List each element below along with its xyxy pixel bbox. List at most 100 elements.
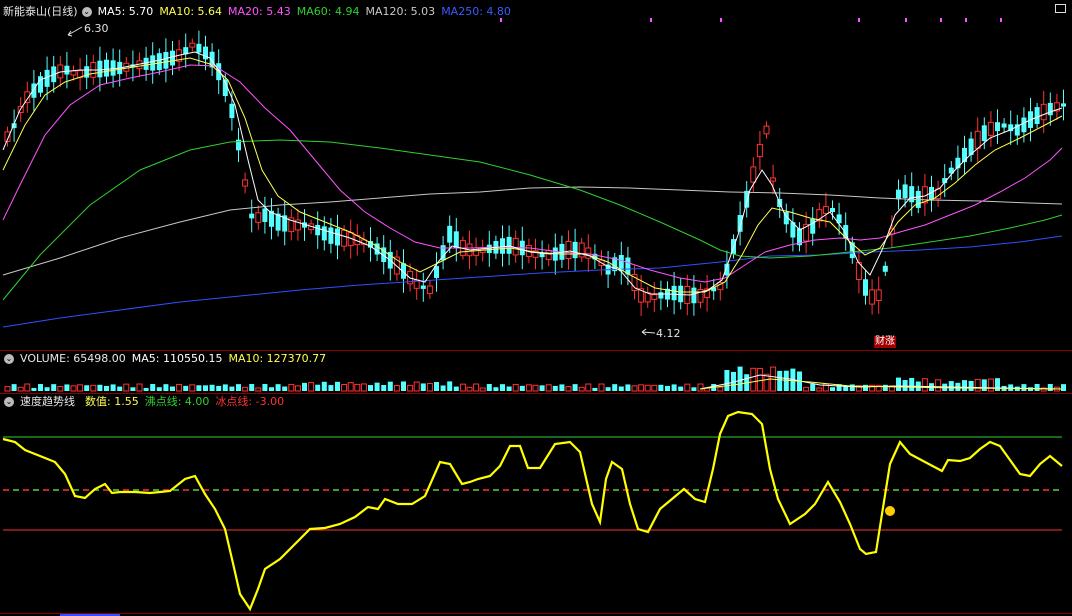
speed-trend-line (2, 410, 1063, 612)
volume-bar (31, 387, 37, 391)
volume-bar (803, 386, 810, 392)
volume-bar (816, 387, 823, 392)
volume-bar (578, 386, 585, 392)
volume-bar (1047, 384, 1053, 391)
volume-bar (678, 386, 684, 391)
collapse-icon[interactable]: ⌄ (4, 397, 14, 407)
high-price-label: 6.30 (84, 22, 109, 35)
volume-bar (354, 383, 361, 392)
candle-body (1061, 103, 1066, 107)
volume-bar (282, 386, 288, 391)
candle-body (830, 207, 835, 213)
volume-bar (691, 387, 697, 391)
volume-bar (473, 383, 480, 392)
volume-bar (203, 385, 208, 391)
ma250-label: MA250: 4.80 (441, 5, 511, 18)
volume-bar (459, 383, 466, 392)
ma20-label: MA20: 5.43 (228, 5, 291, 18)
candle-body (163, 51, 169, 69)
candle-body (896, 189, 901, 200)
volume-bar (631, 385, 638, 392)
volume-bar (70, 385, 77, 392)
candle-body (321, 226, 327, 241)
volume-bar (229, 386, 235, 391)
volume-bar (519, 385, 525, 391)
price-panel[interactable]: 新能泰山(日线) ⌄ MA5: 5.70 MA10: 5.64 MA20: 5.43 MA… (0, 0, 1072, 350)
volume-bar (360, 383, 367, 392)
volume-bar (545, 384, 552, 392)
ma250-line (2, 235, 1063, 328)
volume-bar (51, 384, 57, 391)
volume-bar (321, 381, 327, 391)
collapse-icon[interactable]: ⌄ (4, 354, 14, 364)
low-marker-arrow (641, 328, 656, 336)
volume-bar (77, 384, 84, 392)
volume-bar (506, 386, 512, 391)
volume-bar (84, 385, 90, 391)
volume-bar (4, 386, 11, 392)
volume-bar (737, 366, 743, 391)
volume-bar (717, 386, 724, 392)
volume-bar (559, 384, 565, 391)
candle-body (196, 43, 202, 53)
candle-body (209, 51, 215, 68)
candle-body (242, 179, 249, 187)
volume-bar (136, 383, 143, 392)
candle-body (822, 206, 829, 214)
bottom-border (0, 613, 1072, 614)
candle-body (1040, 103, 1047, 121)
volume-bar (447, 381, 453, 391)
volume-bar (896, 377, 901, 391)
collapse-icon[interactable]: ⌄ (81, 7, 92, 17)
indicator-panel[interactable]: ⌄ 速度趋势线 数值: 1.55 沸点线: 4.00 冰点线: -3.00 (0, 394, 1072, 616)
candle-body (203, 46, 208, 60)
maximize-icon[interactable] (1055, 4, 1066, 13)
indicator-name: 速度趋势线 (20, 395, 75, 408)
candle-body (651, 294, 658, 300)
candle-body (104, 59, 109, 77)
volume-bar (565, 386, 572, 392)
price-legend: 新能泰山(日线) ⌄ MA5: 5.70 MA10: 5.64 MA20: 5.43 MA… (0, 4, 517, 20)
ma60-line (2, 139, 1063, 301)
volume-bar (466, 386, 473, 392)
volume-bar (882, 384, 888, 391)
candle-body (678, 285, 684, 303)
volume-bar (618, 386, 624, 391)
volume-bar (750, 367, 757, 392)
volume-panel[interactable]: ⌄ VOLUME: 65498.00 MA5: 110550.15 MA10: 127… (0, 351, 1072, 393)
indicator-legend: ⌄ 速度趋势线 数值: 1.55 沸点线: 4.00 冰点线: -3.00 (0, 394, 290, 410)
volume-bar (262, 384, 268, 391)
candle-body (585, 247, 592, 259)
volume-bar (598, 383, 605, 392)
candle-body (744, 190, 750, 208)
candle-body (31, 83, 37, 98)
candle-body (1021, 117, 1027, 133)
volume-bar (64, 384, 70, 391)
volume-bar (512, 383, 519, 392)
volume-bar (684, 383, 691, 392)
candle-body (869, 289, 876, 305)
buy-signal-dot (885, 506, 895, 516)
candle-body (110, 60, 116, 76)
ma10-label: MA10: 5.64 (159, 5, 223, 18)
volume-bar (44, 387, 50, 391)
candle-body (229, 103, 235, 119)
candle-body (156, 53, 162, 71)
indicator-chart[interactable] (0, 394, 1072, 616)
vol-ma5-label: MA5: 110550.15 (131, 352, 223, 365)
volume-bar (347, 382, 354, 392)
volume-legend: ⌄ VOLUME: 65498.00 MA5: 110550.15 MA10: 127… (0, 351, 332, 367)
signal-tick (1000, 18, 1002, 22)
volume-bar (440, 385, 446, 391)
volume-bar (1061, 384, 1066, 391)
volume-bar (948, 381, 954, 391)
signal-badge: 财涨 (874, 336, 896, 348)
ma5-label: MA5: 5.70 (97, 5, 154, 18)
indicator-value: 数值: 1.55 (85, 395, 139, 408)
candle-body (426, 285, 433, 295)
volume-bar (401, 381, 406, 391)
volume-bar (830, 387, 835, 391)
price-chart[interactable] (0, 0, 1072, 350)
candle-body (882, 265, 888, 272)
chart-title: 新能泰山(日线) (3, 5, 78, 18)
